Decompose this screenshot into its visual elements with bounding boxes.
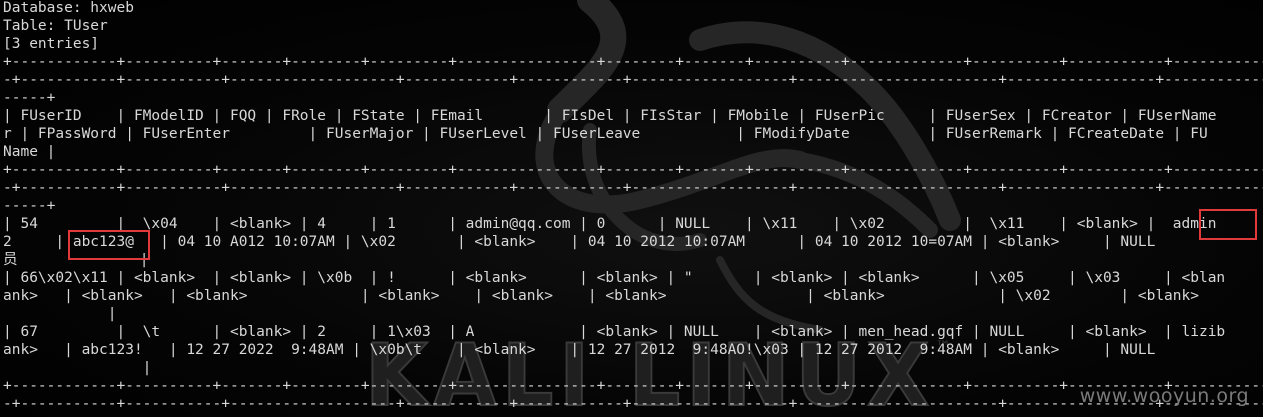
terminal-line: [3 entries] xyxy=(3,36,100,52)
table-row-line: | 54 | \x04 | <blank> | 4 | 1 | admin@qq… xyxy=(3,216,1217,232)
table-border-line: -+-----------+-----------+--------------… xyxy=(3,180,1263,196)
table-border-line: -+-----------+-----------+--------------… xyxy=(3,72,1263,88)
table-row-line: 员 | xyxy=(3,252,149,268)
table-header-line: | FUserID | FModelID | FQQ | FRole | FSt… xyxy=(3,108,1217,124)
table-border-line: +------------+----------+-------+-------… xyxy=(3,378,1263,394)
table-row-line: 2 | abc123@ | 04 10 A012 10:07AM | \x02 … xyxy=(3,234,1156,250)
table-row-line: | 66\x02\x11 | <blank> | <blank> | \x0b … xyxy=(3,270,1226,286)
highlight-box-username xyxy=(1199,209,1257,240)
terminal-line: Database: hxweb xyxy=(3,0,134,16)
table-border-line: +------------+----------+-------+-------… xyxy=(3,162,1263,178)
highlight-box-password xyxy=(68,230,150,260)
table-row-line: | 67 | \t | <blank> | 2 | 1\x03 | A | <b… xyxy=(3,324,1226,340)
table-border-line: -+-----------+-----------+--------------… xyxy=(3,396,1263,412)
table-border-line: -----+ xyxy=(3,198,56,214)
table-row-line: | xyxy=(3,306,117,322)
table-row-line: | xyxy=(3,360,152,376)
table-header-line: Name | xyxy=(3,144,56,160)
terminal-window[interactable]: KALI LINUX ™ Database: hxweb Table: TUse… xyxy=(0,0,1263,417)
watermark-text: www.wooyun.org xyxy=(1079,385,1249,407)
terminal-output: Database: hxweb Table: TUser [3 entries]… xyxy=(3,0,1263,417)
table-row-line: ank> | <blank> | <blank> | <blank> | <bl… xyxy=(3,288,1199,304)
table-row-line: ank> | abc123! | 12 27 2022 9:48AM | \x0… xyxy=(3,342,1156,358)
table-header-line: r | FPassWord | FUserEnter | FUserMajor … xyxy=(3,126,1208,142)
table-border-line: +------------+----------+-------+-------… xyxy=(3,54,1263,70)
table-border-line: -----+ xyxy=(3,90,56,106)
terminal-line: Table: TUser xyxy=(3,18,108,34)
table-border-line: -----+ xyxy=(3,413,1263,417)
